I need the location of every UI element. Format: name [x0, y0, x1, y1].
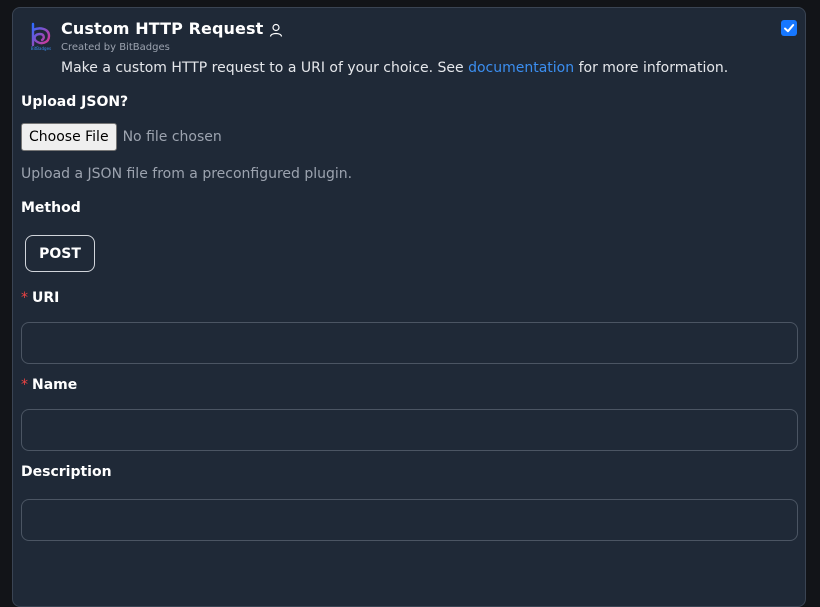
choose-file-button[interactable]: Choose File: [21, 123, 117, 151]
name-label: * Name: [21, 377, 77, 393]
user-icon: [269, 22, 283, 37]
plugin-card: BitBadges Custom HTTP Request Created by…: [12, 7, 806, 607]
description-input[interactable]: [21, 499, 798, 541]
plugin-header: BitBadges Custom HTTP Request Created by…: [13, 8, 805, 88]
documentation-link[interactable]: documentation: [468, 60, 574, 76]
required-marker: *: [21, 377, 28, 393]
description-text-end: for more information.: [574, 60, 729, 76]
uri-label-text: URI: [32, 290, 60, 306]
svg-text:BitBadges: BitBadges: [31, 46, 51, 51]
name-input[interactable]: [21, 409, 798, 451]
uri-label: * URI: [21, 290, 59, 306]
no-file-chosen-text: No file chosen: [122, 129, 222, 145]
upload-hint: Upload a JSON file from a preconfigured …: [21, 166, 353, 182]
method-post-button[interactable]: POST: [25, 235, 95, 272]
created-by-text: Created by BitBadges: [61, 42, 170, 53]
required-marker: *: [21, 290, 28, 306]
bitbadges-logo-icon: BitBadges: [27, 21, 55, 51]
plugin-title: Custom HTTP Request: [61, 19, 264, 38]
file-upload: Choose File No file chosen: [21, 123, 222, 151]
description-label: Description: [21, 464, 112, 480]
upload-json-label: Upload JSON?: [21, 94, 129, 110]
check-icon: [784, 24, 795, 33]
plugin-enabled-checkbox[interactable]: [781, 20, 797, 36]
name-label-text: Name: [32, 377, 78, 393]
description-text-start: Make a custom HTTP request to a URI of y…: [61, 60, 469, 76]
plugin-description: Make a custom HTTP request to a URI of y…: [61, 60, 728, 76]
method-label: Method: [21, 200, 81, 216]
uri-input[interactable]: [21, 322, 798, 364]
title-row: Custom HTTP Request: [61, 19, 283, 38]
